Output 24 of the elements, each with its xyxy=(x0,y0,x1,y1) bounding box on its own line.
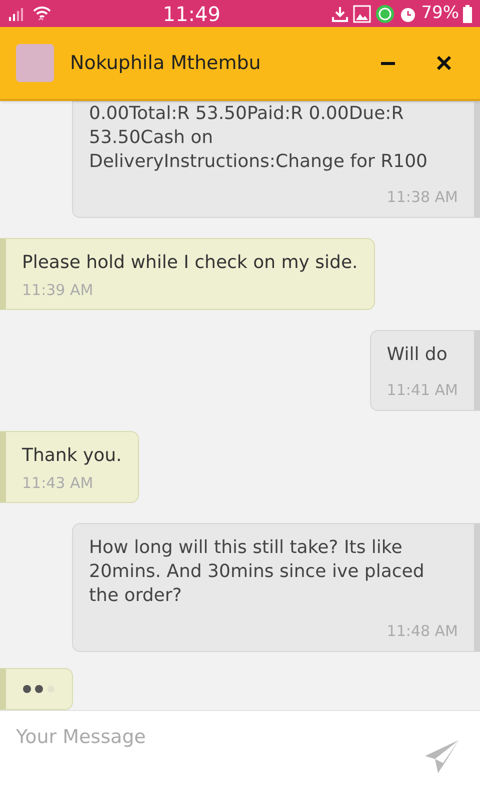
avatar-photo-placeholder xyxy=(16,44,54,82)
battery-icon xyxy=(463,4,472,22)
wifi-icon xyxy=(32,4,52,22)
message-input-field[interactable]: Your Message xyxy=(0,710,416,800)
send-icon xyxy=(424,739,460,775)
message-text: Thank you. xyxy=(22,444,122,468)
message-time: 11:43 AM xyxy=(22,472,94,494)
signal-icon xyxy=(8,6,24,20)
message-text: 0.00Total:R 53.50Paid:R 0.00Due:R 53.50Cash on DeliveryInstructions:Change for R100 xyxy=(89,102,428,174)
download-icon xyxy=(331,4,350,22)
message-time: 11:38 AM xyxy=(386,187,458,208)
contact-name: Nokuphila Mthembu xyxy=(70,50,262,76)
minimize-icon xyxy=(381,62,395,64)
close-icon xyxy=(437,56,451,70)
message-text: Will do xyxy=(386,343,448,367)
status-time: 11:49 xyxy=(162,4,220,24)
message-time: 11:48 AM xyxy=(386,621,458,642)
message-text: Please hold while I check on my side. xyxy=(22,250,358,274)
image-icon xyxy=(353,4,372,22)
battery-percent: 79% xyxy=(421,5,459,22)
message-time: 11:41 AM xyxy=(386,380,458,401)
message-time: 11:39 AM xyxy=(22,280,94,300)
typing-dots-icon xyxy=(22,684,56,694)
message-text: How long will this still take? Its like 20mins. And 30mins since ive placed the order? xyxy=(89,536,426,608)
